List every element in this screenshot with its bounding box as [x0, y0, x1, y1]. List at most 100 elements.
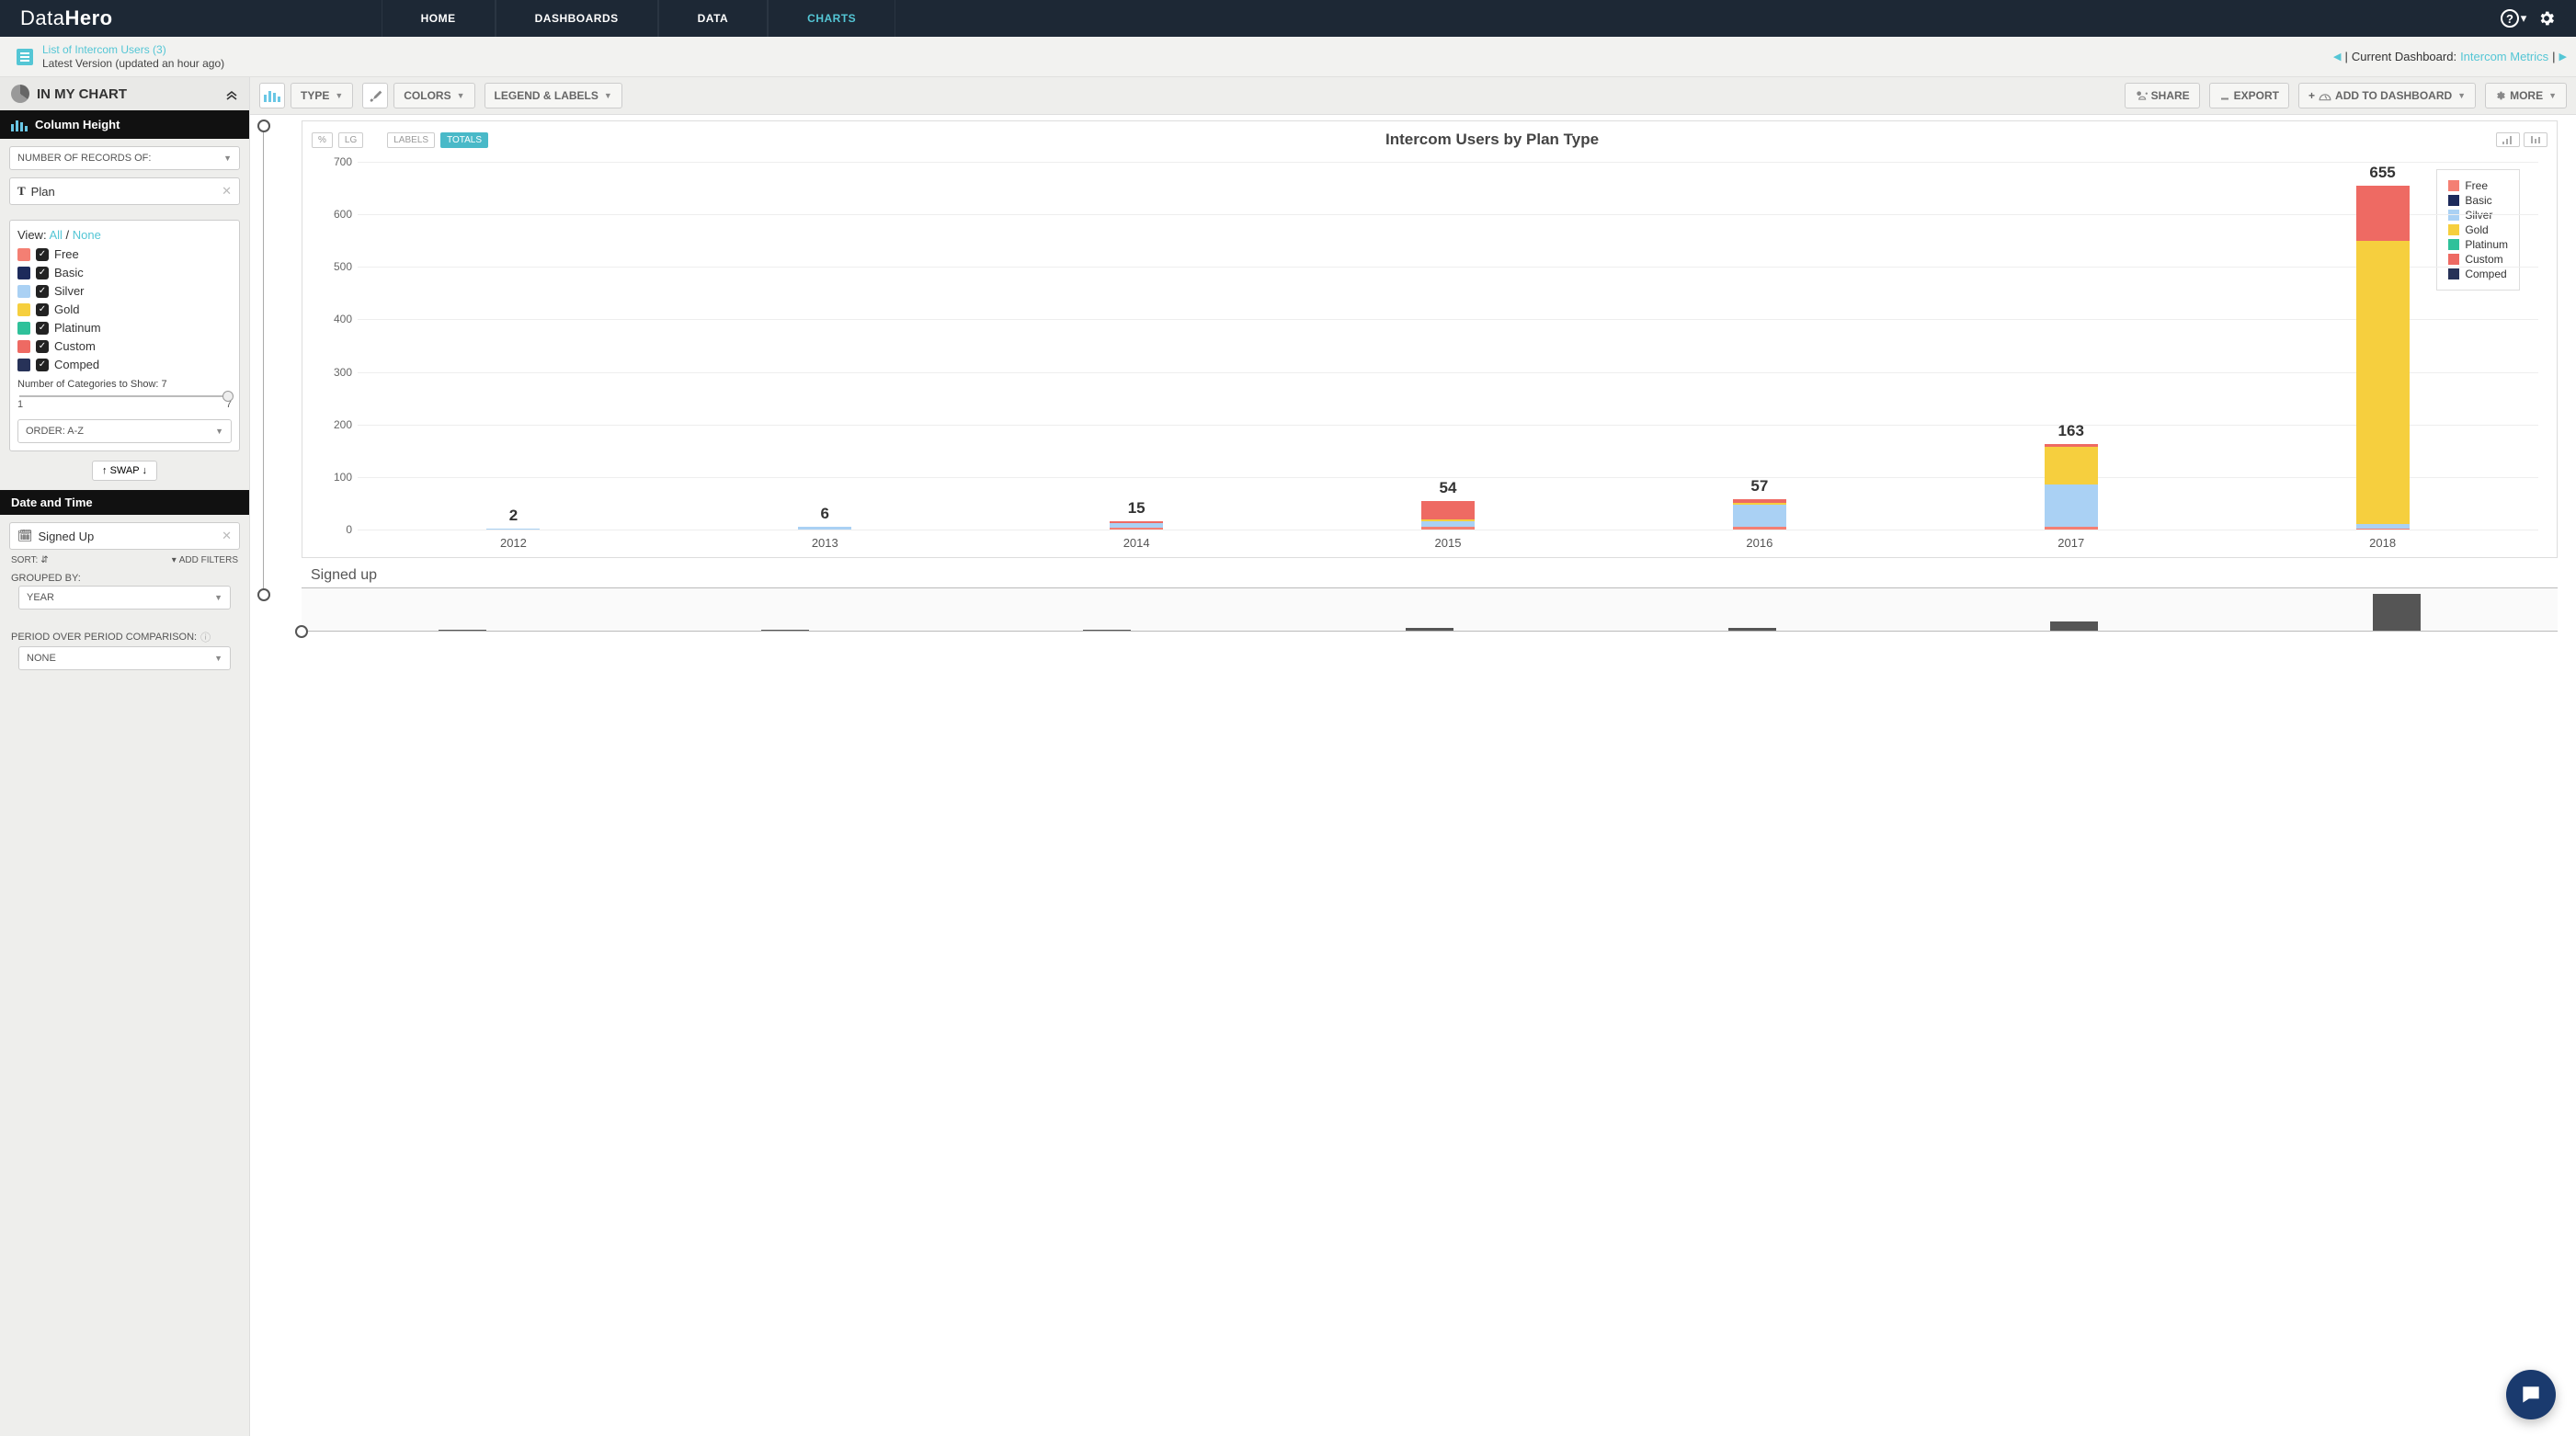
type-icon-box[interactable] — [259, 83, 285, 108]
share-button[interactable]: SHARE — [2125, 83, 2200, 108]
sort-button[interactable]: SORT: ⇵ — [11, 555, 49, 565]
category-count-label: Number of Categories to Show: 7 — [17, 379, 232, 390]
bar-segment[interactable] — [798, 527, 851, 530]
sort-asc-button[interactable] — [2496, 132, 2520, 147]
percent-toggle[interactable]: % — [312, 132, 333, 148]
bar-column[interactable]: 152014 — [981, 162, 1293, 530]
download-icon — [2219, 90, 2230, 101]
plan-attribute-pill[interactable]: T Plan ✕ — [9, 177, 240, 205]
y-range-bottom-knob[interactable] — [257, 588, 270, 601]
plan-filter-item[interactable]: ✓Comped — [17, 358, 232, 371]
pop-select[interactable]: NONE ▼ — [18, 646, 231, 670]
type-dropdown[interactable]: TYPE▼ — [291, 83, 353, 108]
checkbox-checked-icon[interactable]: ✓ — [36, 267, 49, 279]
y-tick-label: 500 — [319, 260, 352, 273]
prev-dashboard-button[interactable]: ◀ — [2333, 51, 2341, 63]
bar-segment[interactable] — [1421, 501, 1475, 519]
bar-segment[interactable] — [2356, 529, 2410, 530]
plan-filter-item[interactable]: ✓Platinum — [17, 321, 232, 335]
legend-labels-dropdown[interactable]: LEGEND & LABELS▼ — [484, 83, 622, 108]
totals-toggle[interactable]: TOTALS — [440, 132, 488, 148]
bar-column[interactable]: 572016 — [1603, 162, 1915, 530]
bar-column[interactable]: 1632017 — [1915, 162, 2227, 530]
plan-filter-item[interactable]: ✓Gold — [17, 302, 232, 316]
add-filters-button[interactable]: ▾ ADD FILTERS — [172, 555, 238, 565]
bar-segment[interactable] — [2356, 186, 2410, 241]
nav-home[interactable]: HOME — [382, 0, 496, 37]
dataset-link[interactable]: List of Intercom Users (3) — [42, 43, 224, 56]
plan-filter-item[interactable]: ✓Free — [17, 247, 232, 261]
bar-column[interactable]: 542015 — [1293, 162, 1604, 530]
bar-segment[interactable] — [1733, 505, 1786, 526]
collapse-sidebar-button[interactable] — [225, 87, 238, 100]
more-button[interactable]: MORE ▼ — [2485, 83, 2567, 108]
number-of-records-select[interactable]: NUMBER OF RECORDS OF: ▼ — [9, 146, 240, 170]
y-range-top-knob[interactable] — [257, 120, 270, 132]
bar-column[interactable]: 62013 — [669, 162, 981, 530]
nav-charts[interactable]: CHARTS — [768, 0, 895, 37]
bar-segment[interactable] — [2045, 484, 2098, 527]
checkbox-checked-icon[interactable]: ✓ — [36, 303, 49, 316]
next-dashboard-button[interactable]: ▶ — [2559, 51, 2567, 63]
subchart-column[interactable] — [302, 588, 624, 631]
labels-toggle[interactable]: LABELS — [387, 132, 435, 148]
subchart-column[interactable] — [1269, 588, 1591, 631]
view-none-link[interactable]: None — [73, 228, 101, 242]
subchart-column[interactable] — [946, 588, 1269, 631]
category-slider[interactable] — [19, 395, 230, 397]
checkbox-checked-icon[interactable]: ✓ — [36, 340, 49, 353]
color-swatch — [17, 248, 30, 261]
subchart-column[interactable] — [1913, 588, 2236, 631]
lg-toggle[interactable]: LG — [338, 132, 363, 148]
remove-signed-up-button[interactable]: ✕ — [222, 529, 232, 543]
subchart-column[interactable] — [1590, 588, 1913, 631]
bar-segment[interactable] — [486, 529, 540, 530]
nav-data[interactable]: DATA — [658, 0, 769, 37]
checkbox-checked-icon[interactable]: ✓ — [36, 359, 49, 371]
share-icon — [2135, 89, 2148, 102]
add-to-dashboard-button[interactable]: + ADD TO DASHBOARD ▼ — [2298, 83, 2476, 108]
bar-segment[interactable] — [2356, 241, 2410, 525]
plan-filter-item[interactable]: ✓Custom — [17, 339, 232, 353]
bar-segment[interactable] — [2045, 447, 2098, 484]
bar-segment[interactable] — [1421, 527, 1475, 530]
view-all-link[interactable]: All — [49, 228, 62, 242]
help-button[interactable]: ? ▾ — [2499, 4, 2528, 33]
bar-segment[interactable] — [1733, 527, 1786, 530]
nav-dashboards[interactable]: DASHBOARDS — [496, 0, 658, 37]
grouped-by-select[interactable]: YEAR ▼ — [18, 586, 231, 610]
remove-pill-button[interactable]: ✕ — [222, 184, 232, 199]
colors-dropdown[interactable]: COLORS▼ — [393, 83, 474, 108]
bar-segment[interactable] — [1110, 528, 1163, 530]
bar-column[interactable]: 6552018 — [2227, 162, 2538, 530]
bar-total-label: 15 — [981, 499, 1293, 518]
checkbox-checked-icon[interactable]: ✓ — [36, 248, 49, 261]
export-button[interactable]: EXPORT — [2209, 83, 2289, 108]
sort-desc-button[interactable] — [2524, 132, 2548, 147]
subchart[interactable] — [302, 587, 2558, 632]
subchart-knob[interactable] — [295, 625, 308, 638]
y-range-rail[interactable] — [263, 126, 264, 595]
slider-thumb[interactable] — [222, 391, 234, 402]
bar-segment[interactable] — [2045, 527, 2098, 530]
checkbox-checked-icon[interactable]: ✓ — [36, 285, 49, 298]
chat-fab[interactable] — [2506, 1370, 2556, 1419]
signed-up-pill[interactable]: 🗓 Signed Up ✕ — [9, 522, 240, 550]
brand-logo[interactable]: DataHero — [0, 6, 133, 30]
subchart-column[interactable] — [624, 588, 947, 631]
chart-plot[interactable]: FreeBasicSilverGoldPlatinumCustomComped … — [358, 162, 2538, 530]
help-tip-icon[interactable]: ⓘ — [200, 630, 211, 644]
swap-button[interactable]: ↑ SWAP ↓ — [92, 461, 157, 481]
settings-button[interactable] — [2532, 4, 2561, 33]
chart-canvas: % LG LABELS TOTALS Intercom Users by Pla… — [250, 120, 2576, 650]
checkbox-checked-icon[interactable]: ✓ — [36, 322, 49, 335]
order-select[interactable]: ORDER: A-Z ▼ — [17, 419, 232, 443]
subchart-bar — [761, 630, 809, 631]
chevron-down-icon: ▼ — [215, 427, 223, 436]
plan-filter-item[interactable]: ✓Silver — [17, 284, 232, 298]
subchart-column[interactable] — [2235, 588, 2558, 631]
plan-filter-item[interactable]: ✓Basic — [17, 266, 232, 279]
current-dashboard-link[interactable]: Intercom Metrics — [2460, 50, 2548, 63]
colors-icon-box[interactable] — [362, 83, 388, 108]
bar-column[interactable]: 22012 — [358, 162, 669, 530]
